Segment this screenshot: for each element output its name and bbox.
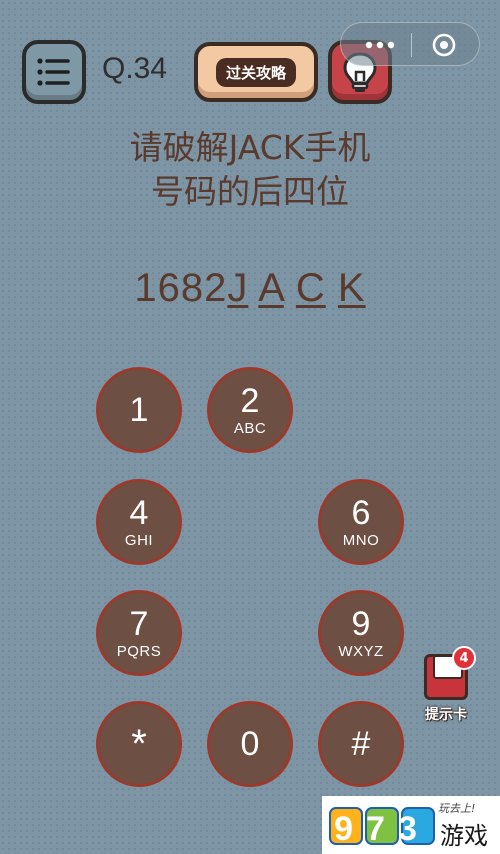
hint-card-button[interactable]: 4 提示卡 — [416, 646, 476, 730]
key-digit: 1 — [129, 391, 149, 429]
walkthrough-label: 过关攻略 — [215, 57, 296, 87]
key-9[interactable]: 9 WXYZ — [318, 590, 404, 676]
key-letters: ABC — [233, 419, 267, 437]
key-digit: * — [131, 722, 147, 766]
answer-digits: 1682 — [134, 266, 228, 310]
menu-button[interactable] — [22, 40, 86, 104]
list-menu-icon — [37, 58, 70, 86]
key-2[interactable]: 2 ABC — [207, 367, 293, 453]
watermark-number-text: 973 — [334, 810, 430, 848]
target-close-icon[interactable] — [431, 32, 457, 58]
key-digit: 9 — [351, 604, 371, 643]
key-6[interactable]: 6 MNO — [318, 479, 404, 565]
question-line-1: 请破解JACK手机 — [129, 128, 371, 167]
key-4[interactable]: 4 GHI — [96, 479, 182, 565]
key-digit: 0 — [240, 725, 260, 763]
key-star[interactable]: * — [96, 701, 182, 787]
answer-slot-4: K — [337, 266, 366, 310]
key-letters: PQRS — [116, 642, 162, 660]
key-letters: GHI — [124, 531, 154, 549]
watermark-slogan: 玩去上! — [438, 802, 476, 815]
key-digit: # — [351, 725, 371, 763]
key-letters: MNO — [342, 531, 380, 549]
key-letters: WXYZ — [338, 642, 384, 660]
answer-slot-1: J — [227, 266, 249, 310]
mini-program-capsule — [340, 22, 480, 66]
walkthrough-button[interactable]: 过关攻略 — [194, 42, 318, 102]
key-digit: 4 — [129, 493, 149, 532]
key-7[interactable]: 7 PQRS — [96, 590, 182, 676]
more-dots-icon[interactable] — [365, 41, 395, 49]
capsule-divider — [411, 33, 412, 57]
question-line-2: 号码的后四位 — [151, 172, 349, 211]
key-0[interactable]: 0 — [207, 701, 293, 787]
key-digit: 6 — [351, 493, 371, 532]
question-text: 请破解JACK手机 号码的后四位 — [0, 126, 500, 214]
answer-display: 1682J A C K — [0, 266, 500, 311]
key-hash[interactable]: # — [318, 701, 404, 787]
site-watermark: 973 玩去上! 游戏 — [322, 796, 500, 854]
hint-card-label: 提示卡 — [425, 707, 467, 723]
watermark-logo-number: 973 — [329, 807, 435, 848]
watermark-name: 游戏 — [440, 822, 488, 850]
key-digit: 2 — [240, 381, 260, 420]
key-1[interactable]: 1 — [96, 367, 182, 453]
hint-count-badge: 4 — [452, 646, 476, 670]
level-number: Q.34 — [102, 52, 168, 85]
answer-slot-3: C — [295, 266, 326, 310]
key-digit: 7 — [129, 604, 149, 643]
answer-slot-2: A — [258, 266, 284, 310]
